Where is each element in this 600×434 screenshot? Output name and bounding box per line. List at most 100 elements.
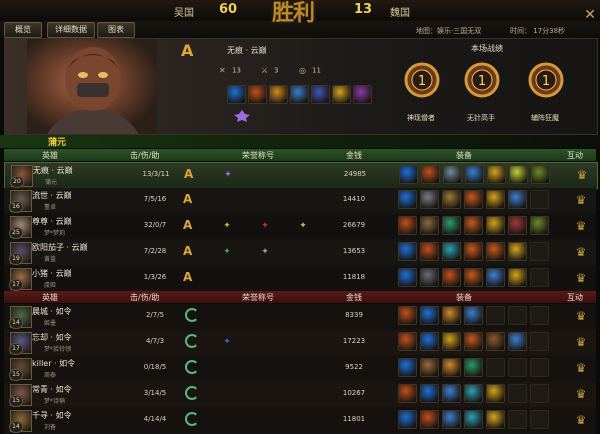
equipment-slot-icon[interactable] xyxy=(464,216,483,235)
interact-like-icon[interactable]: ♛ xyxy=(573,333,589,351)
player-name: 千寻 · 如令 xyxy=(32,411,72,420)
equipment-slot-icon[interactable] xyxy=(531,165,550,184)
player-row[interactable]: 25 尊尊 · 云巅 梦*梦莉 32/0/7 A ✦ ✦ ✦ 26679 ♛ xyxy=(4,214,596,240)
equipment-slot-icon[interactable] xyxy=(398,410,417,429)
equipment-slot-icon[interactable] xyxy=(442,190,461,209)
equipment-slot-icon[interactable] xyxy=(509,165,528,184)
player-row[interactable]: 14 千寻 · 如令 刘备 4/14/4 11801 ♛ xyxy=(4,408,596,434)
interact-like-icon[interactable]: ♛ xyxy=(573,385,589,403)
equipment-slot-icon[interactable] xyxy=(311,85,330,104)
player-row[interactable]: 15 常青 · 如令 梦*诗楠 3/14/5 10267 ♛ xyxy=(4,382,596,408)
player-row[interactable]: 20 无痕 · 云巅 蒲元 13/3/11 A ✦ 24985 ♛ xyxy=(4,162,598,189)
equipment-slot-icon[interactable] xyxy=(398,190,417,209)
equipment-slot-icon[interactable] xyxy=(508,190,527,209)
equipment-list xyxy=(398,268,552,287)
interact-like-icon[interactable]: ♛ xyxy=(573,243,589,261)
equipment-slot-icon[interactable] xyxy=(486,410,505,429)
player-row[interactable]: 14 晨城 · 如令 姬墨 2/7/5 8339 ♛ xyxy=(4,304,596,330)
equipment-slot-icon[interactable] xyxy=(421,165,440,184)
equipment-slot-icon[interactable] xyxy=(398,306,417,325)
equipment-slot-icon[interactable] xyxy=(442,410,461,429)
interact-like-icon[interactable]: ♛ xyxy=(573,191,589,209)
interact-like-icon[interactable]: ♛ xyxy=(573,307,589,325)
equipment-slot-icon[interactable] xyxy=(442,332,461,351)
hero-title: 无痕 · 云巅 xyxy=(227,46,267,55)
equipment-list xyxy=(398,216,552,235)
equipment-slot-icon[interactable] xyxy=(420,410,439,429)
equipment-slot-icon[interactable] xyxy=(420,384,439,403)
equipment-slot-icon[interactable] xyxy=(486,242,505,261)
player-row[interactable]: 17 小猪 · 云巅 虞姬 1/3/26 A 11818 ♛ xyxy=(4,266,596,292)
equipment-slot-icon[interactable] xyxy=(269,85,288,104)
equipment-slot-icon[interactable] xyxy=(398,268,417,287)
interact-like-icon[interactable]: ♛ xyxy=(573,411,589,429)
equipment-slot-icon[interactable] xyxy=(420,332,439,351)
equipment-slot-icon[interactable] xyxy=(486,190,505,209)
tab-details[interactable]: 详细数据 xyxy=(47,22,95,38)
equipment-slot-icon[interactable] xyxy=(332,85,351,104)
equipment-slot-icon[interactable] xyxy=(530,216,549,235)
equipment-slot-icon[interactable] xyxy=(465,165,484,184)
equipment-slot-icon[interactable] xyxy=(442,268,461,287)
equipment-slot-icon[interactable] xyxy=(248,85,267,104)
interact-like-icon[interactable]: ♛ xyxy=(573,359,589,377)
equipment-slot-icon[interactable] xyxy=(290,85,309,104)
player-row[interactable]: 17 忘却 · 如令 梦*拾铃领 4/7/3 ✦ 17223 ♛ xyxy=(4,330,596,356)
tab-overview[interactable]: 概览 xyxy=(4,22,42,38)
equipment-slot-icon[interactable] xyxy=(464,242,483,261)
equipment-slot-icon[interactable] xyxy=(399,165,418,184)
interact-like-icon[interactable]: ♛ xyxy=(573,217,589,235)
equipment-slot-icon[interactable] xyxy=(443,165,462,184)
equipment-slot-icon[interactable] xyxy=(508,242,527,261)
equipment-slot-icon[interactable] xyxy=(508,268,527,287)
tab-charts[interactable]: 图表 xyxy=(97,22,135,38)
equipment-slot-icon[interactable] xyxy=(420,190,439,209)
gold-value: 10267 xyxy=(342,389,366,397)
equipment-slot-icon[interactable] xyxy=(353,85,372,104)
equipment-slot-icon[interactable] xyxy=(398,332,417,351)
equipment-slot-icon[interactable] xyxy=(487,165,506,184)
player-name: 无痕 · 云巅 xyxy=(33,166,73,175)
equipment-slot-icon[interactable] xyxy=(442,384,461,403)
equipment-slot-icon[interactable] xyxy=(398,216,417,235)
equipment-slot-icon[interactable] xyxy=(486,332,505,351)
player-row[interactable]: 16 流世 · 云巅 董卓 7/5/16 A 14410 ♛ xyxy=(4,188,596,214)
equipment-slot-icon[interactable] xyxy=(398,242,417,261)
equipment-slot-icon[interactable] xyxy=(508,216,527,235)
close-icon[interactable]: ✕ xyxy=(582,7,598,23)
player-row[interactable]: 15 killer · 如令 周泰 0/18/5 9522 ♛ xyxy=(4,356,596,382)
equipment-slot-icon[interactable] xyxy=(442,216,461,235)
interact-like-icon[interactable]: ♛ xyxy=(574,166,590,184)
interact-like-icon[interactable]: ♛ xyxy=(573,269,589,287)
empty-equipment-slot xyxy=(508,384,527,403)
hero-level: 14 xyxy=(9,421,23,433)
equipment-slot-icon[interactable] xyxy=(464,306,483,325)
equipment-slot-icon[interactable] xyxy=(398,384,417,403)
equipment-slot-icon[interactable] xyxy=(227,85,246,104)
medal-icon: 1 xyxy=(527,61,565,99)
equipment-slot-icon[interactable] xyxy=(420,216,439,235)
equipment-slot-icon[interactable] xyxy=(464,410,483,429)
equipment-slot-icon[interactable] xyxy=(464,190,483,209)
equipment-slot-icon[interactable] xyxy=(442,358,461,377)
equipment-slot-icon[interactable] xyxy=(464,268,483,287)
equipment-slot-icon[interactable] xyxy=(420,358,439,377)
equipment-slot-icon[interactable] xyxy=(420,268,439,287)
equipment-slot-icon[interactable] xyxy=(486,216,505,235)
medal-number-3: 1 xyxy=(542,74,550,89)
equipment-slot-icon[interactable] xyxy=(442,306,461,325)
equipment-slot-icon[interactable] xyxy=(398,358,417,377)
equipment-list xyxy=(399,165,553,184)
equipment-slot-icon[interactable] xyxy=(486,268,505,287)
equipment-slot-icon[interactable] xyxy=(508,332,527,351)
equipment-slot-icon[interactable] xyxy=(464,358,483,377)
equipment-slot-icon[interactable] xyxy=(420,242,439,261)
equipment-slot-icon[interactable] xyxy=(420,306,439,325)
equipment-slot-icon[interactable] xyxy=(464,332,483,351)
player-row[interactable]: 19 欧阳茄子 · 云巅 黄盖 7/2/28 A ✦ ✦ 13653 ♛ xyxy=(4,240,596,266)
equipment-slot-icon[interactable] xyxy=(442,242,461,261)
equipment-slot-icon[interactable] xyxy=(464,384,483,403)
hero-level: 14 xyxy=(9,317,23,329)
empty-equipment-slot xyxy=(530,410,549,429)
equipment-slot-icon[interactable] xyxy=(486,384,505,403)
